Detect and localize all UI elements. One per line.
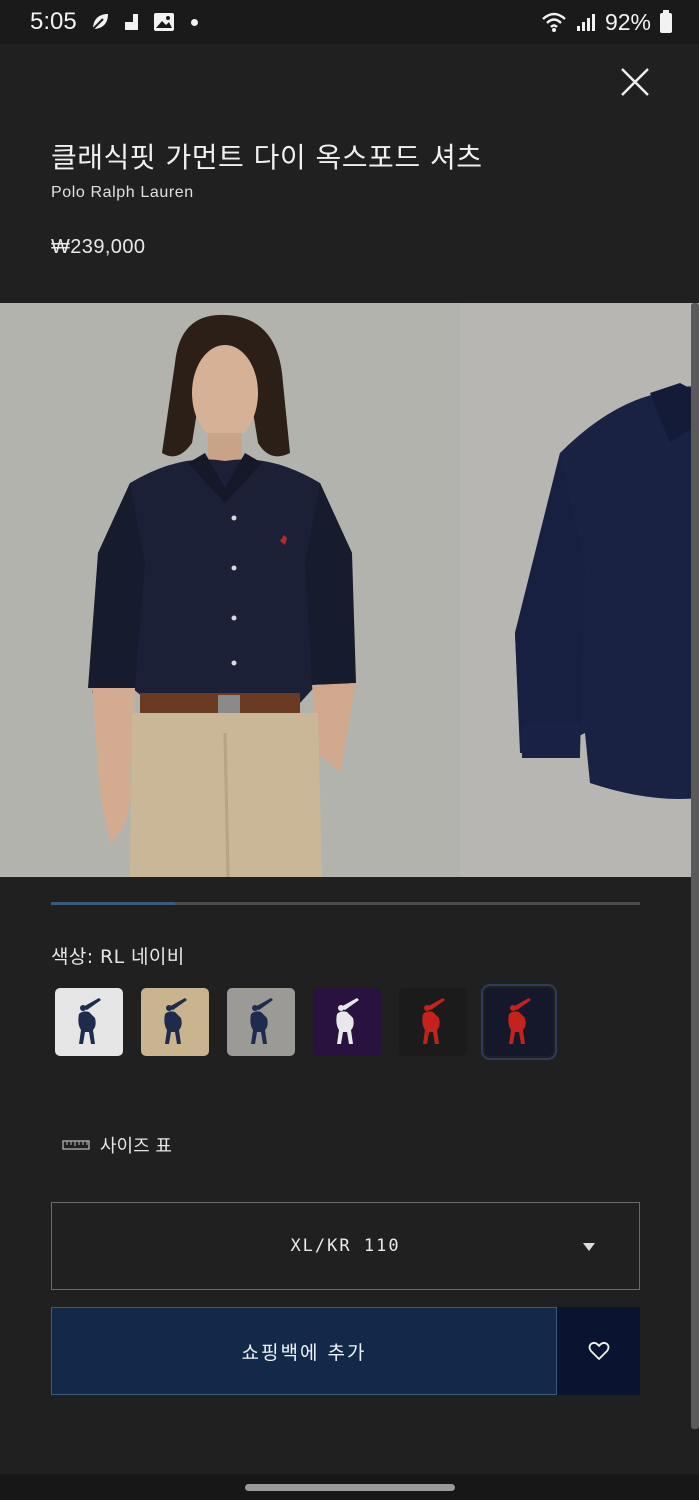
wishlist-button[interactable] (557, 1307, 640, 1395)
polo-pony-icon (422, 998, 445, 1044)
color-swatch-black[interactable] (399, 988, 467, 1056)
heart-icon (588, 1341, 609, 1360)
size-select[interactable]: XL/KR 110 (51, 1202, 640, 1290)
battery-percent: 92% (604, 8, 651, 35)
color-swatches (55, 984, 557, 1060)
color-swatch-white[interactable] (55, 988, 123, 1056)
scroll-indicator[interactable] (691, 303, 699, 1429)
close-button[interactable] (619, 66, 651, 98)
music-icon (123, 12, 141, 32)
color-swatch-purple[interactable] (313, 988, 381, 1056)
close-icon (621, 68, 649, 96)
color-label: 색상: RL 네이비 (51, 946, 185, 968)
battery-icon (659, 10, 673, 34)
polo-pony-icon (250, 998, 273, 1044)
polo-pony-icon (164, 998, 187, 1044)
product-image-gallery[interactable] (0, 303, 699, 877)
add-to-bag-label: 쇼핑백에 추가 (241, 1341, 367, 1364)
size-select-value: XL/KR 110 (290, 1236, 401, 1256)
product-price: ₩239,000 (51, 236, 146, 258)
caret-down-icon (583, 1243, 595, 1251)
brand-name: Polo Ralph Lauren (51, 184, 194, 201)
gallery-icon (153, 12, 175, 32)
polo-pony-icon (78, 998, 101, 1044)
color-swatch-navy[interactable] (481, 984, 557, 1060)
status-bar: 5:05 92% (0, 0, 699, 44)
status-time: 5:05 (30, 8, 77, 35)
leaf-icon (89, 11, 111, 33)
home-gesture-bar[interactable] (245, 1484, 455, 1491)
ruler-icon (62, 1136, 90, 1155)
signal-icon (575, 12, 597, 32)
gallery-progress-bar (51, 902, 640, 905)
size-chart-label: 사이즈 표 (100, 1136, 172, 1157)
polo-pony-icon (336, 998, 359, 1044)
add-to-bag-button[interactable]: 쇼핑백에 추가 (51, 1307, 557, 1395)
product-title: 클래식핏 가먼트 다이 옥스포드 셔츠 (51, 141, 483, 174)
dot-icon (190, 18, 198, 26)
shirt-flat-lay-image[interactable] (460, 303, 699, 877)
polo-pony-icon (508, 998, 531, 1044)
wifi-icon (541, 11, 567, 33)
gallery-progress-fill (51, 902, 175, 905)
size-chart-link[interactable]: 사이즈 표 (62, 1132, 172, 1158)
status-right: 92% (541, 9, 673, 36)
color-swatch-khaki[interactable] (141, 988, 209, 1056)
model-wearing-shirt-image[interactable] (0, 303, 460, 877)
color-swatch-grey[interactable] (227, 988, 295, 1056)
status-left: 5:05 (30, 8, 198, 36)
